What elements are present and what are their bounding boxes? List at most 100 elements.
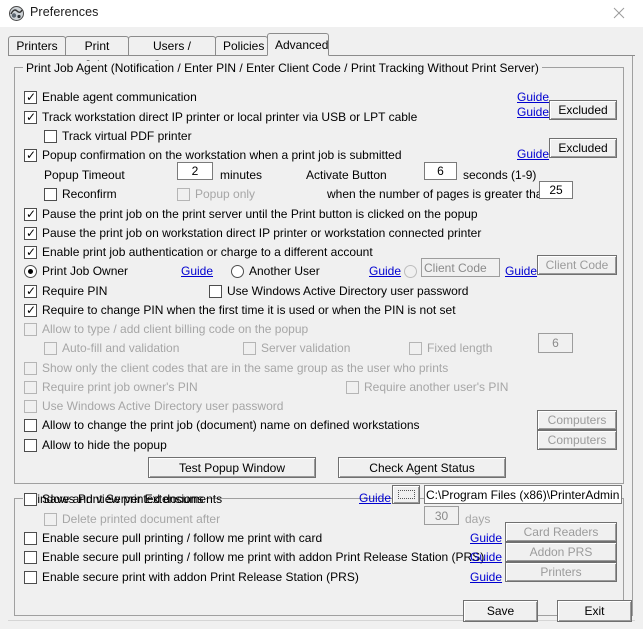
label-allow-hide-popup: Allow to hide the popup — [42, 438, 167, 452]
input-client-code[interactable] — [421, 258, 500, 277]
ellipsis-icon — [397, 490, 415, 499]
check-mark: ✓ — [26, 110, 37, 124]
input-popup-timeout[interactable] — [177, 162, 213, 180]
label-pause-server: Pause the print job on the print server … — [42, 207, 478, 221]
label-popup-timeout: Popup Timeout — [44, 168, 125, 182]
guide-link-pull-card[interactable]: Guide — [470, 532, 502, 545]
checkbox-track-pdf[interactable] — [44, 130, 57, 143]
input-fixed-length — [538, 333, 573, 353]
checkbox-allow-billing-code — [24, 323, 37, 336]
checkbox-popup-confirm[interactable]: ✓ — [24, 149, 37, 162]
guide-link-popup-confirm[interactable]: Guide — [517, 148, 549, 161]
label-pull-printing-prs: Enable secure pull printing / follow me … — [42, 550, 485, 564]
computers-button-2[interactable]: Computers — [537, 430, 617, 450]
browse-path-button[interactable] — [392, 485, 420, 504]
tab-policies[interactable]: Policies — [215, 36, 268, 55]
excluded-button-popup-confirm[interactable]: Excluded — [549, 138, 617, 158]
input-delete-days — [424, 506, 459, 525]
input-document-path[interactable] — [424, 485, 622, 504]
close-button[interactable] — [603, 2, 637, 24]
checkbox-delete-after — [44, 513, 57, 526]
tab-print-jobs[interactable]: Print Jobs — [65, 36, 129, 72]
input-pages-greater-than[interactable] — [539, 181, 573, 199]
guide-link-print-job-owner[interactable]: Guide — [181, 265, 213, 278]
checkbox-secure-print-prs[interactable] — [24, 571, 37, 584]
label-minutes: minutes — [220, 168, 263, 182]
label-allow-billing-code: Allow to type / add client billing code … — [42, 322, 309, 336]
checkbox-pull-printing-prs[interactable] — [24, 551, 37, 564]
label-enable-auth: Enable print job authentication or charg… — [42, 245, 373, 259]
printers-button[interactable]: Printers — [505, 562, 617, 582]
label-print-job-owner: Print Job Owner — [42, 264, 129, 278]
checkbox-save-view-documents[interactable] — [24, 493, 37, 506]
label-popup-confirm: Popup confirmation on the workstation wh… — [42, 148, 402, 162]
checkbox-popup-only — [177, 188, 190, 201]
check-agent-status-button[interactable]: Check Agent Status — [338, 457, 506, 478]
label-use-ad-password-1: Use Windows Active Directory user passwo… — [227, 284, 469, 298]
checkbox-allow-hide-popup[interactable] — [24, 439, 37, 452]
label-reconfirm: Reconfirm — [62, 187, 117, 201]
radio-another-user[interactable] — [231, 265, 244, 278]
guide-link-client-code[interactable]: Guide — [505, 265, 537, 278]
checkbox-require-pin[interactable]: ✓ — [24, 285, 37, 298]
label-track-workstation: Track workstation direct IP printer or l… — [42, 110, 418, 124]
checkbox-server-validation — [243, 342, 256, 355]
guide-link-enable-agent[interactable]: Guide — [517, 91, 549, 104]
checkbox-autofill — [44, 342, 57, 355]
guide-link-track-workstation[interactable]: Guide — [517, 106, 549, 119]
computers-button-1[interactable]: Computers — [537, 410, 617, 430]
checkbox-reconfirm[interactable] — [44, 188, 57, 201]
label-pull-printing-card: Enable secure pull printing / follow me … — [42, 531, 323, 545]
addon-prs-button[interactable]: Addon PRS — [505, 542, 617, 562]
guide-link-secure-prs[interactable]: Guide — [470, 571, 502, 584]
label-popup-only: Popup only — [195, 187, 256, 201]
label-allow-change-name: Allow to change the print job (document)… — [42, 418, 420, 432]
label-pause-workstation: Pause the print job on workstation direc… — [42, 226, 482, 240]
card-readers-button[interactable]: Card Readers — [505, 522, 617, 542]
check-mark: ✓ — [26, 207, 37, 221]
tab-printers[interactable]: Printers — [8, 36, 66, 55]
footer-separator — [8, 620, 635, 621]
label-require-pin: Require PIN — [42, 284, 108, 298]
label-show-same-group: Show only the client codes that are in t… — [42, 361, 449, 375]
tab-advanced[interactable]: Advanced — [267, 33, 329, 56]
label-require-owner-pin: Require print job owner's PIN — [42, 380, 198, 394]
save-button[interactable]: Save — [463, 600, 538, 622]
label-delete-after: Delete printed document after — [62, 512, 221, 526]
test-popup-window-button[interactable]: Test Popup Window — [148, 457, 316, 478]
label-server-validation: Server validation — [261, 341, 351, 355]
label-enable-agent: Enable agent communication — [42, 90, 197, 104]
label-use-ad-password-2: Use Windows Active Directory user passwo… — [42, 399, 284, 413]
radio-client-code[interactable] — [404, 265, 417, 278]
guide-link-pull-prs[interactable]: Guide — [470, 551, 502, 564]
radio-print-job-owner[interactable] — [24, 265, 37, 278]
close-icon — [613, 7, 625, 19]
panel-right-edge — [632, 56, 633, 616]
checkbox-pause-workstation[interactable]: ✓ — [24, 227, 37, 240]
tab-users-groups[interactable]: Users / Groups — [128, 36, 216, 72]
input-activate-seconds[interactable] — [424, 162, 457, 180]
checkbox-pause-server[interactable]: ✓ — [24, 208, 37, 221]
excluded-button-track-workstation[interactable]: Excluded — [549, 100, 617, 120]
label-require-another-pin: Require another user's PIN — [364, 380, 509, 394]
label-seconds: seconds (1-9) — [463, 168, 537, 182]
check-mark: ✓ — [26, 284, 37, 298]
group-print-job-agent-title: Print Job Agent (Notification / Enter PI… — [23, 61, 542, 75]
guide-link-another-user[interactable]: Guide — [369, 265, 401, 278]
checkbox-pull-printing-card[interactable] — [24, 532, 37, 545]
client-code-button[interactable]: Client Code — [537, 255, 617, 275]
checkbox-require-another-pin — [346, 381, 359, 394]
exit-button[interactable]: Exit — [557, 600, 632, 622]
checkbox-use-ad-password-1[interactable] — [209, 285, 222, 298]
checkbox-require-change-pin[interactable]: ✓ — [24, 304, 37, 317]
checkbox-allow-change-name[interactable] — [24, 419, 37, 432]
checkbox-show-same-group — [24, 362, 37, 375]
client-area: Printers Print Jobs Users / Groups Polic… — [0, 27, 643, 629]
checkbox-enable-agent[interactable]: ✓ — [24, 91, 37, 104]
check-mark: ✓ — [26, 303, 37, 317]
label-days: days — [465, 512, 491, 526]
checkbox-enable-auth[interactable]: ✓ — [24, 246, 37, 259]
check-mark: ✓ — [26, 226, 37, 240]
checkbox-track-workstation[interactable]: ✓ — [24, 111, 37, 124]
guide-link-save-view[interactable]: Guide — [359, 492, 391, 505]
